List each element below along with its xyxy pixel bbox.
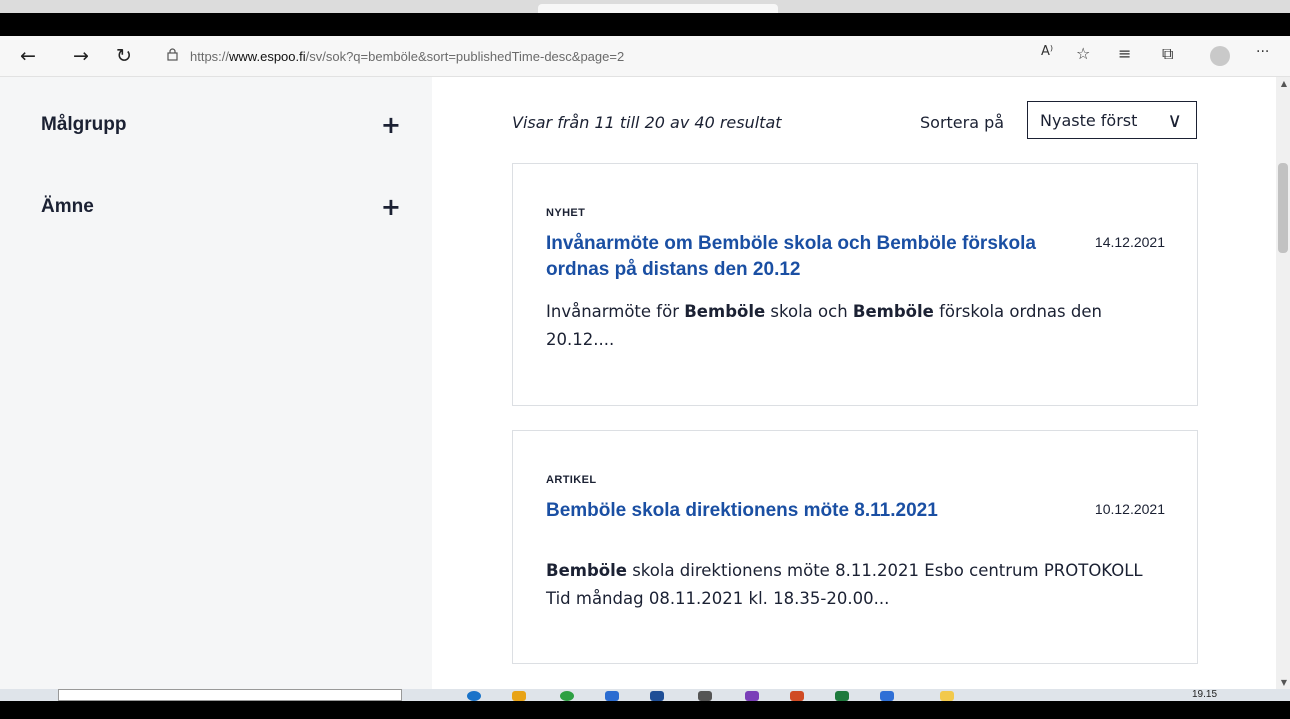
more-menu-icon[interactable]: ··· [1256,44,1269,60]
favorites-icon[interactable]: ≡ [1118,44,1131,63]
filter-label: Målgrupp [41,114,127,135]
url-prefix: https:// [190,48,230,64]
result-date: 14.12.2021 [1094,234,1165,250]
outlook-app-icon[interactable] [650,691,664,701]
teams-app-icon[interactable] [745,691,759,701]
word-app-icon[interactable] [880,691,894,701]
filter-malgrupp[interactable]: Målgrupp + [41,113,401,137]
sort-value: Nyaste först [1040,110,1138,130]
os-taskbar: 19.15 [0,689,1290,701]
top-black-bar [0,0,1290,36]
sort-select[interactable]: Nyaste först ∨ [1027,101,1197,139]
url-path: /sv/sok?q=bemböle&sort=publishedTime-des… [305,48,625,64]
taskbar-search-input[interactable] [58,689,402,701]
result-type: NYHET [546,207,586,219]
forward-arrow-icon: → [73,45,89,67]
app-icon[interactable] [940,691,954,701]
excerpt-highlight: Bemböle [684,302,766,321]
refresh-button[interactable]: ↻ [110,42,138,70]
back-button[interactable]: ← [14,42,42,70]
result-title-link[interactable]: Invånarmöte om Bemböle skola och Bemböle… [546,231,1086,283]
collections-icon[interactable]: ⧉ [1162,44,1173,64]
chevron-down-icon: ∨ [1167,108,1182,132]
filter-sidebar: Målgrupp + Ämne + [0,77,432,689]
refresh-icon: ↻ [116,45,132,67]
tab-strip [0,0,1290,13]
excel-app-icon[interactable] [835,691,849,701]
result-card: NYHET Invånarmöte om Bemböle skola och B… [512,163,1198,406]
url-host: www.espoo.fi [229,48,306,64]
expand-plus-icon[interactable]: + [381,113,401,137]
result-date: 10.12.2021 [1094,501,1165,517]
excerpt-text: Invånarmöte för [546,302,685,321]
taskbar-clock: 19.15 [1192,689,1218,700]
filter-amne[interactable]: Ämne + [41,195,401,219]
explorer-app-icon[interactable] [512,691,526,701]
lock-icon [167,48,178,64]
read-aloud-icon[interactable]: A⁾ [1041,44,1053,59]
address-bar[interactable]: https://www.espoo.fi/sv/sok?q=bemböle&so… [155,41,1035,71]
results-summary: Visar från 11 till 20 av 40 resultat [512,113,782,132]
back-arrow-icon: ← [20,45,36,67]
filter-label: Ämne [41,196,94,217]
tab-active[interactable] [538,4,778,13]
bottom-black-bar [0,701,1290,719]
scrollbar-thumb[interactable] [1278,163,1288,253]
result-excerpt: Invånarmöte för Bemböle skola och Bemböl… [546,298,1146,354]
add-favorite-icon[interactable]: ☆ [1076,44,1090,63]
browser-toolbar: ← → ↻ https://www.espoo.fi/sv/sok?q=bemb… [0,36,1290,77]
page-scrollbar[interactable]: ▲ ▼ [1276,77,1290,689]
app-icon[interactable] [698,691,712,701]
app-icon[interactable] [790,691,804,701]
forward-button[interactable]: → [67,42,95,70]
result-card: ARTIKEL Bemböle skola direktionens möte … [512,430,1198,664]
excerpt-highlight: Bemböle [546,561,627,580]
chrome-app-icon[interactable] [560,691,574,701]
profile-avatar[interactable] [1210,46,1230,66]
store-app-icon[interactable] [605,691,619,701]
scroll-up-icon[interactable]: ▲ [1281,79,1287,88]
excerpt-text: skola direktionens möte 8.11.2021 Esbo c… [546,561,1143,608]
sort-label: Sortera på [920,113,1005,132]
expand-plus-icon[interactable]: + [381,195,401,219]
result-title-link[interactable]: Bemböle skola direktionens möte 8.11.202… [546,498,1086,524]
scroll-down-icon[interactable]: ▼ [1281,678,1287,687]
edge-app-icon[interactable] [467,691,481,701]
excerpt-text: skola och [765,302,853,321]
result-type: ARTIKEL [546,474,597,486]
result-excerpt: Bemböle skola direktionens möte 8.11.202… [546,557,1146,613]
excerpt-highlight: Bemböle [852,302,934,321]
